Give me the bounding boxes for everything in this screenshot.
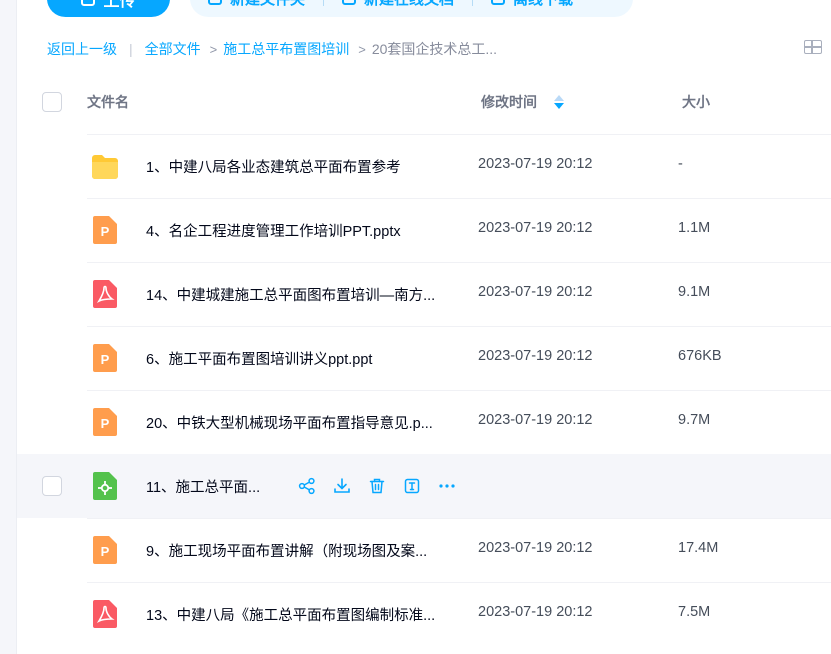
sort-icon[interactable]: [554, 95, 564, 111]
file-modified-time: 2023-07-19 20:12: [478, 412, 593, 428]
more-icon[interactable]: [437, 476, 457, 496]
breadcrumb-all-files-link[interactable]: 全部文件: [145, 39, 201, 59]
offline-download-icon: [491, 0, 506, 5]
breadcrumb-current: 20套国企技术总工...: [371, 41, 498, 57]
column-header-modified[interactable]: 修改时间: [481, 92, 537, 112]
file-modified-time: 2023-07-19 20:12: [478, 220, 593, 236]
upload-icon: [81, 0, 96, 6]
ppt-file-icon: P: [93, 536, 117, 564]
offline-download-button[interactable]: 离线下载: [491, 0, 573, 9]
file-name[interactable]: 20、中铁大型机械现场平面布置指导意见.p...: [146, 412, 433, 433]
select-all-checkbox[interactable]: [42, 92, 62, 112]
file-name[interactable]: 1、中建八局各业态建筑总平面布置参考: [146, 156, 401, 177]
file-size: 17.4M: [678, 540, 719, 556]
file-modified-time: 2023-07-19 20:12: [478, 348, 593, 364]
pdf-file-icon: [93, 280, 117, 308]
file-modified-time: 2023-07-19 20:12: [478, 284, 593, 300]
chevron-right-icon: >: [358, 41, 366, 57]
svg-text:P: P: [101, 352, 110, 367]
column-header-name[interactable]: 文件名: [87, 92, 129, 112]
new-doc-icon: [342, 0, 357, 5]
file-name[interactable]: 11、施工总平面...: [146, 476, 260, 497]
table-row[interactable]: 13、中建八局《施工总平面布置图编制标准... 2023-07-19 20:12…: [17, 582, 831, 646]
table-row[interactable]: P 6、施工平面布置图培训讲义ppt.ppt 2023-07-19 20:12 …: [17, 326, 831, 390]
upload-button[interactable]: 上传: [47, 0, 170, 17]
row-checkbox[interactable]: [42, 476, 62, 496]
file-modified-time: 2023-07-19 20:12: [478, 156, 593, 172]
left-sidebar-edge: [0, 0, 17, 654]
chevron-right-icon: >: [209, 41, 218, 57]
file-size: 7.5M: [678, 604, 711, 620]
file-list: 1、中建八局各业态建筑总平面布置参考 2023-07-19 20:12 - P …: [17, 134, 831, 646]
offline-download-label: 离线下载: [513, 0, 573, 9]
download-icon[interactable]: [332, 476, 352, 496]
file-modified-time: 2023-07-19 20:12: [478, 604, 593, 620]
toolbar: 上传 新建文件夹 新建在线文档 离线下载: [47, 0, 633, 17]
breadcrumb: 返回上一级 | 全部文件 > 施工总平布置图培训 > 20套国企技术总工...: [47, 38, 497, 60]
rename-icon[interactable]: [402, 476, 422, 496]
svg-text:P: P: [101, 544, 110, 559]
file-name[interactable]: 6、施工平面布置图培训讲义ppt.ppt: [146, 348, 372, 369]
delete-icon[interactable]: [367, 476, 387, 496]
new-folder-button[interactable]: 新建文件夹: [208, 0, 305, 9]
row-actions: [297, 476, 457, 496]
file-list-header: 文件名 修改时间 大小: [17, 80, 831, 125]
folder-icon: [92, 155, 118, 179]
file-name[interactable]: 9、施工现场平面布置讲解（附现场图及案...: [146, 540, 427, 561]
svg-text:P: P: [101, 416, 110, 431]
ppt-file-icon: P: [93, 344, 117, 372]
ppt-file-icon: P: [93, 216, 117, 244]
pdf-file-icon: [93, 600, 117, 628]
file-size: 1.1M: [678, 220, 711, 236]
file-name[interactable]: 14、中建城建施工总平面图布置培训—南方...: [146, 284, 435, 305]
file-size: 676KB: [678, 348, 722, 364]
toolbar-divider: [323, 0, 325, 6]
new-folder-label: 新建文件夹: [230, 0, 305, 9]
share-icon[interactable]: [297, 476, 317, 496]
view-toggle-icon[interactable]: [804, 40, 822, 54]
table-row[interactable]: 14、中建城建施工总平面图布置培训—南方... 2023-07-19 20:12…: [17, 262, 831, 326]
new-online-doc-label: 新建在线文档: [364, 0, 454, 9]
breadcrumb-folder-link[interactable]: 施工总平布置图培训: [223, 39, 349, 59]
column-header-size[interactable]: 大小: [682, 92, 710, 112]
table-row[interactable]: 1、中建八局各业态建筑总平面布置参考 2023-07-19 20:12 -: [17, 134, 831, 198]
file-size: -: [678, 156, 683, 172]
table-row[interactable]: P 4、名企工程进度管理工作培训PPT.pptx 2023-07-19 20:1…: [17, 198, 831, 262]
cad-file-icon: [93, 472, 117, 500]
upload-label: 上传: [103, 0, 136, 10]
ppt-file-icon: P: [93, 408, 117, 436]
file-size: 9.7M: [678, 412, 711, 428]
table-row[interactable]: P 20、中铁大型机械现场平面布置指导意见.p... 2023-07-19 20…: [17, 390, 831, 454]
table-row-hovered[interactable]: 11、施工总平面...: [17, 454, 831, 518]
file-name[interactable]: 13、中建八局《施工总平面布置图编制标准...: [146, 604, 435, 625]
new-online-doc-button[interactable]: 新建在线文档: [342, 0, 454, 9]
table-row[interactable]: P 9、施工现场平面布置讲解（附现场图及案... 2023-07-19 20:1…: [17, 518, 831, 582]
file-name[interactable]: 4、名企工程进度管理工作培训PPT.pptx: [146, 220, 401, 241]
toolbar-divider: [472, 0, 474, 6]
file-size: 9.1M: [678, 284, 711, 300]
toolbar-button-group: 新建文件夹 新建在线文档 离线下载: [190, 0, 633, 17]
file-modified-time: 2023-07-19 20:12: [478, 540, 593, 556]
new-folder-icon: [208, 0, 222, 5]
breadcrumb-back-link[interactable]: 返回上一级: [47, 39, 117, 59]
breadcrumb-separator: |: [129, 41, 133, 57]
svg-text:P: P: [101, 224, 110, 239]
